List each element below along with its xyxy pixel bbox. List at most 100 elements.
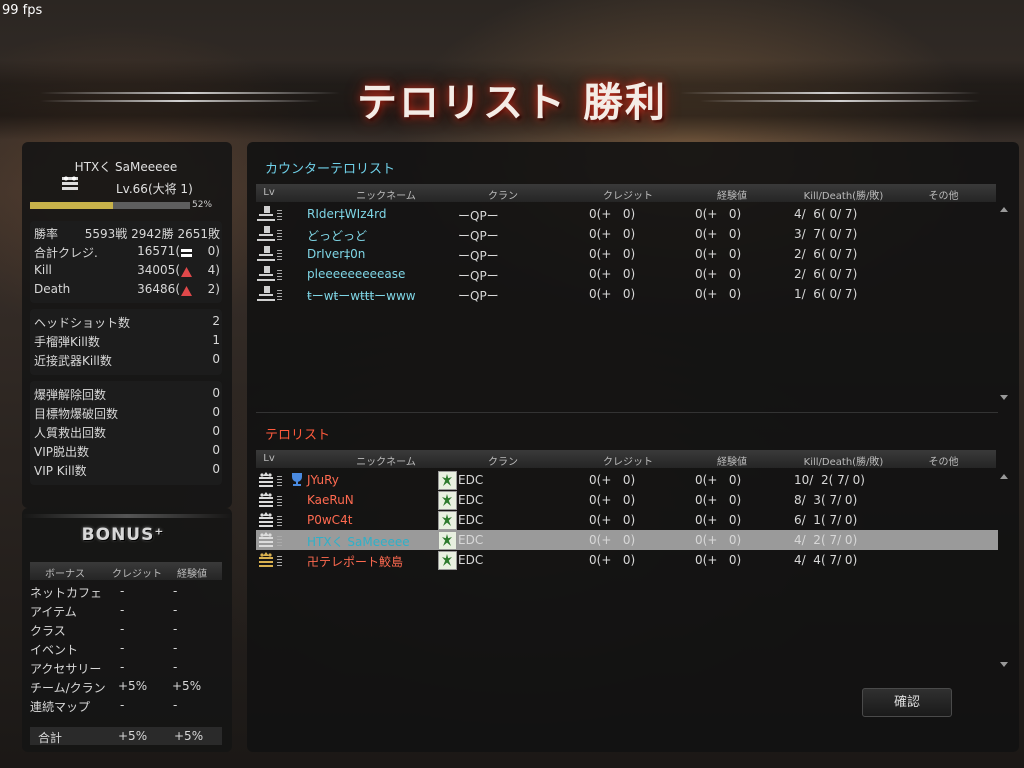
player-row[interactable]: RIder‡WIz4rd ーQPー 0(+ 0) 0(+ 0) 4/ 6( 0/ 7) xyxy=(256,204,998,224)
combat-row-value: 0 xyxy=(212,352,220,366)
player-kill-death: 6/ 1( 7/ 0) xyxy=(794,513,858,527)
bonus-row: クラス - - xyxy=(30,622,222,641)
ct-table-header: Lv ニックネーム クラン クレジット 経験値 Kill/Death(勝/敗) … xyxy=(256,184,996,202)
ct-scroll-up-icon[interactable] xyxy=(1000,207,1008,212)
player-row[interactable]: JYuRy EDC 0(+ 0) 0(+ 0) 10/ 2( 7/ 0) xyxy=(256,470,998,490)
exp-bar xyxy=(30,202,190,209)
stat-row-value: 36486( xyxy=(137,282,180,296)
player-row[interactable]: HTXく SaMeeeee EDC 0(+ 0) 0(+ 0) 4/ 2( 7/ 0) xyxy=(256,530,998,550)
confirm-button[interactable]: 確認 xyxy=(862,688,952,717)
rank-sub-icon xyxy=(277,270,282,280)
player-credit: 0(+ 0) xyxy=(589,533,636,547)
player-row[interactable]: ŧーwŧーwŧŧŧーwww ーQPー 0(+ 0) 0(+ 0) 1/ 6( 0/ 7) xyxy=(256,284,998,304)
player-clan: EDC xyxy=(458,493,484,507)
rank-icon xyxy=(257,245,275,262)
bonus-row-credit: - xyxy=(120,660,125,674)
stat-row-delta: 0) xyxy=(207,244,220,258)
mission-row-value: 0 xyxy=(212,386,220,400)
player-kill-death: 4/ 2( 7/ 0) xyxy=(794,533,858,547)
player-exp: 0(+ 0) xyxy=(695,553,742,567)
player-clan: ーQPー xyxy=(458,249,499,263)
t-scroll-up-icon[interactable] xyxy=(1000,474,1008,479)
player-exp: 0(+ 0) xyxy=(695,267,742,281)
t-scrollbar[interactable] xyxy=(1000,474,1008,670)
mission-row-value: 0 xyxy=(212,405,220,419)
player-nickname: DrIver‡0n xyxy=(307,247,366,261)
fps-counter: 99 fps xyxy=(2,3,43,18)
clan-emblem-icon xyxy=(438,471,457,490)
player-credit: 0(+ 0) xyxy=(589,247,636,261)
mission-row: 爆弾解除回数 0 xyxy=(34,386,220,405)
mission-row-value: 0 xyxy=(212,462,220,476)
player-credit: 0(+ 0) xyxy=(589,473,636,487)
stat-row: Death 36486(2) xyxy=(34,282,220,301)
ct-header-credit: クレジット xyxy=(603,191,653,202)
rank-icon xyxy=(257,551,275,568)
bonus-row: 連続マップ - - xyxy=(30,698,222,717)
player-nickname: 卍テレポート鮫島 xyxy=(307,555,404,569)
player-row[interactable]: KaeRuN EDC 0(+ 0) 0(+ 0) 8/ 3( 7/ 0) xyxy=(256,490,998,510)
mission-row: 人質救出回数 0 xyxy=(34,424,220,443)
player-kill-death: 2/ 6( 0/ 7) xyxy=(794,247,858,261)
ct-scrollbar[interactable] xyxy=(1000,207,1008,403)
combat-row: 手榴弾Kill数 1 xyxy=(34,333,220,352)
player-row[interactable]: pleeeeeeeeease ーQPー 0(+ 0) 0(+ 0) 2/ 6( 0/ 7… xyxy=(256,264,998,284)
player-row[interactable]: 卍テレポート鮫島 EDC 0(+ 0) 0(+ 0) 4/ 4( 7/ 0) xyxy=(256,550,998,570)
combat-row-value: 2 xyxy=(212,314,220,328)
player-nickname: どっどっど xyxy=(307,229,368,243)
t-table-header: Lv ニックネーム クラン クレジット 経験値 Kill/Death(勝/敗) … xyxy=(256,450,996,468)
rank-icon xyxy=(257,225,275,242)
bonus-row-credit: +5% xyxy=(118,679,148,693)
t-scroll-down-icon[interactable] xyxy=(1000,662,1008,667)
player-clan: EDC xyxy=(458,513,484,527)
bonus-row-exp: - xyxy=(173,660,178,674)
bonus-row-name: 連続マップ xyxy=(30,700,91,714)
mission-row-label: VIP Kill数 xyxy=(34,464,87,478)
combat-row-label: 手榴弾Kill数 xyxy=(34,335,100,349)
stat-row-value: 5593戦 2942勝 2651敗 xyxy=(84,227,220,241)
bonus-divider xyxy=(22,514,232,518)
rank-icon xyxy=(257,265,275,282)
player-clan: ーQPー xyxy=(458,269,499,283)
rank-icon xyxy=(257,205,275,222)
bonus-row-exp: - xyxy=(173,698,178,712)
rank-sub-icon xyxy=(277,210,282,220)
mission-row-label: 目標物爆破回数 xyxy=(34,407,119,421)
mission-row-label: 人質救出回数 xyxy=(34,426,107,440)
player-nickname: KaeRuN xyxy=(307,493,354,507)
player-clan: EDC xyxy=(458,553,484,567)
player-exp: 0(+ 0) xyxy=(695,227,742,241)
player-exp: 0(+ 0) xyxy=(695,493,742,507)
rank-icon xyxy=(257,285,275,302)
mission-row-value: 0 xyxy=(212,443,220,457)
player-clan: ーQPー xyxy=(458,229,499,243)
player-clan: ーQPー xyxy=(458,289,499,303)
stat-row: Kill 34005(4) xyxy=(34,263,220,282)
rank-sub-icon xyxy=(277,496,282,506)
bonus-row: ネットカフェ - - xyxy=(30,584,222,603)
ct-scroll-down-icon[interactable] xyxy=(1000,395,1008,400)
bonus-row-name: イベント xyxy=(30,643,79,657)
t-header-credit: クレジット xyxy=(603,457,653,468)
clan-emblem-icon xyxy=(438,511,457,530)
rank-sub-icon xyxy=(277,476,282,486)
stat-row: 勝率 5593戦 2942勝 2651敗 xyxy=(34,225,220,244)
t-header-kd: Kill/Death(勝/敗) xyxy=(803,457,884,468)
player-row[interactable]: DrIver‡0n ーQPー 0(+ 0) 0(+ 0) 2/ 6( 0/ 7) xyxy=(256,244,998,264)
player-exp: 0(+ 0) xyxy=(695,247,742,261)
player-credit: 0(+ 0) xyxy=(589,553,636,567)
ct-header-exp: 経験値 xyxy=(717,191,747,202)
player-row[interactable]: P0wC4t EDC 0(+ 0) 0(+ 0) 6/ 1( 7/ 0) xyxy=(256,510,998,530)
bonus-row-name: クラス xyxy=(30,624,66,638)
rank-icon xyxy=(257,531,275,548)
combat-row-value: 1 xyxy=(212,333,220,347)
bonus-row: イベント - - xyxy=(30,641,222,660)
team-divider xyxy=(256,412,998,413)
player-kill-death: 4/ 6( 0/ 7) xyxy=(794,207,858,221)
stat-row-label: Kill xyxy=(34,263,52,277)
player-row[interactable]: どっどっど ーQPー 0(+ 0) 0(+ 0) 3/ 7( 0/ 7) xyxy=(256,224,998,244)
stat-row-delta: 4) xyxy=(207,263,220,277)
bonus-total-credit: +5% xyxy=(118,729,148,743)
player-credit: 0(+ 0) xyxy=(589,493,636,507)
bonus-header-exp: 経験値 xyxy=(177,569,207,580)
